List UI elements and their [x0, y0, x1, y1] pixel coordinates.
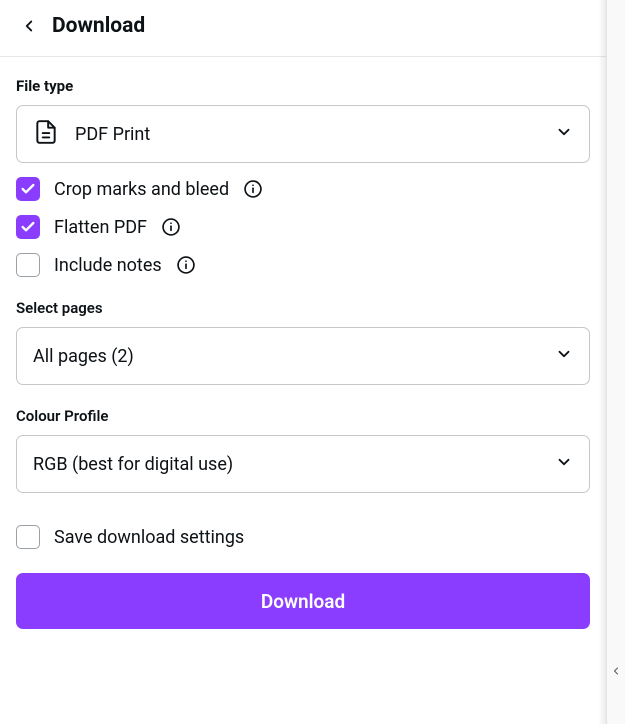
save-settings-checkbox[interactable] — [16, 525, 40, 549]
panel-header: Download — [0, 0, 606, 57]
collapse-arrow-icon[interactable] — [609, 660, 622, 682]
crop-marks-label: Crop marks and bleed — [54, 179, 229, 200]
file-type-value: PDF Print — [75, 124, 555, 145]
file-type-label: File type — [16, 77, 590, 95]
include-notes-label: Include notes — [54, 255, 162, 276]
colour-profile-select[interactable]: RGB (best for digital use) — [16, 435, 590, 493]
select-pages-select[interactable]: All pages (2) — [16, 327, 590, 385]
save-settings-label: Save download settings — [54, 527, 244, 548]
crop-marks-checkbox[interactable] — [16, 177, 40, 201]
file-pdf-icon — [33, 118, 59, 150]
flatten-pdf-row: Flatten PDF — [16, 215, 590, 239]
chevron-down-icon — [555, 453, 573, 475]
save-settings-row: Save download settings — [16, 525, 590, 549]
info-icon[interactable] — [176, 255, 196, 275]
include-notes-row: Include notes — [16, 253, 590, 277]
panel-title: Download — [52, 14, 145, 38]
colour-profile-value: RGB (best for digital use) — [33, 454, 555, 475]
chevron-down-icon — [555, 123, 573, 145]
background-strip — [606, 0, 625, 724]
flatten-pdf-label: Flatten PDF — [54, 217, 147, 238]
select-pages-value: All pages (2) — [33, 346, 555, 367]
flatten-pdf-checkbox[interactable] — [16, 215, 40, 239]
include-notes-checkbox[interactable] — [16, 253, 40, 277]
info-icon[interactable] — [161, 217, 181, 237]
back-icon[interactable] — [20, 17, 38, 35]
file-type-select[interactable]: PDF Print — [16, 105, 590, 163]
panel-content: File type PDF Print Crop marks and bleed — [0, 57, 606, 649]
download-panel: Download File type PDF Print Crop mark — [0, 0, 606, 724]
download-button[interactable]: Download — [16, 573, 590, 629]
crop-marks-row: Crop marks and bleed — [16, 177, 590, 201]
chevron-down-icon — [555, 345, 573, 367]
select-pages-label: Select pages — [16, 299, 590, 317]
colour-profile-label: Colour Profile — [16, 407, 590, 425]
download-button-label: Download — [261, 590, 345, 613]
info-icon[interactable] — [243, 179, 263, 199]
